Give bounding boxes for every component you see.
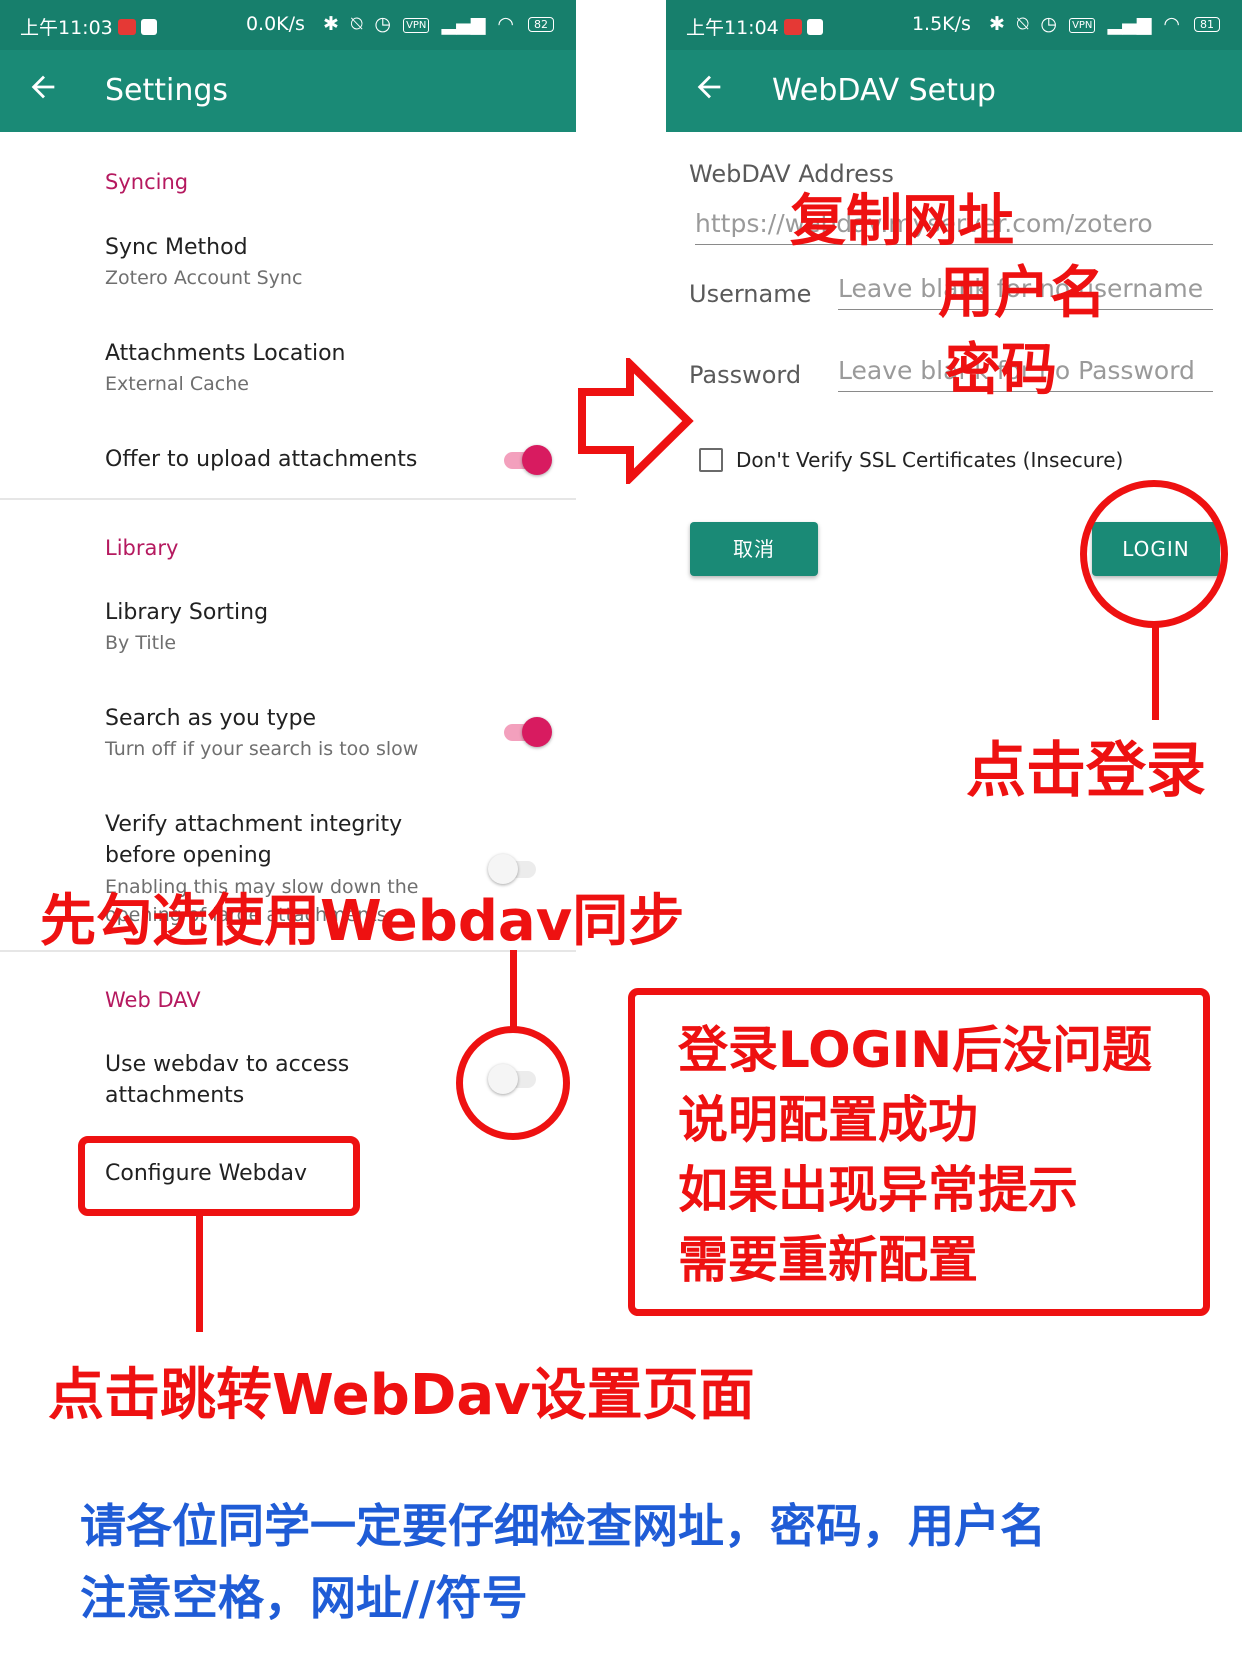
ssl-checkbox-label: Don't Verify SSL Certificates (Insecure): [736, 448, 1124, 472]
setting-title-line2: before opening: [105, 843, 272, 868]
setting-value: By Title: [105, 632, 177, 654]
annotation-check-webdav: 先勾选使用Webdav同步: [40, 889, 685, 954]
search-as-you-type-toggle[interactable]: [500, 715, 552, 749]
configure-highlight-box: [78, 1136, 360, 1216]
connector-line: [1152, 624, 1159, 720]
status-bar: 上午11:03 0.0K/s ✱ ⍉ ◷ VPN ▂▄▆ ◠ 82: [0, 0, 576, 50]
signal-icon: ▂▄▆: [441, 13, 486, 35]
setting-title: Library Sorting: [105, 600, 269, 625]
setting-title: Sync Method: [105, 235, 248, 260]
notification-badge-icon: [784, 19, 802, 35]
offer-upload-toggle[interactable]: [500, 443, 552, 477]
alarm-icon: ◷: [374, 13, 392, 35]
battery-icon: 82: [528, 17, 554, 32]
login-highlight-circle: [1080, 480, 1228, 628]
setting-title-line2: attachments: [105, 1083, 245, 1108]
annotation-username: 用户名: [938, 261, 1106, 326]
page-title: Settings: [105, 73, 229, 108]
page-title: WebDAV Setup: [772, 73, 996, 108]
password-label: Password: [689, 361, 802, 389]
setting-title: Use webdav to access: [105, 1052, 350, 1077]
vpn-icon: VPN: [1069, 18, 1096, 33]
app-bar: WebDAV Setup: [666, 50, 1242, 132]
network-speed: 0.0K/s: [245, 13, 305, 35]
vibrate-icon: ⍉: [350, 13, 363, 35]
setting-title: Search as you type: [105, 706, 317, 731]
vibrate-icon: ⍉: [1016, 13, 1029, 35]
status-time: 上午11:04: [686, 17, 779, 39]
note-line-3: 如果出现异常提示: [678, 1161, 1078, 1219]
network-speed: 1.5K/s: [911, 13, 971, 35]
app-notification-icon: [141, 19, 157, 35]
arrow-left-icon[interactable]: [692, 70, 726, 104]
app-bar: Settings: [0, 50, 576, 132]
toggle-highlight-circle: [456, 1026, 570, 1140]
connector-line: [510, 950, 517, 1028]
note-line-4: 需要重新配置: [678, 1231, 978, 1289]
wifi-icon: ◠: [1163, 13, 1180, 35]
app-notification-icon: [807, 19, 823, 35]
setting-title: Offer to upload attachments: [105, 447, 418, 472]
category-library: Library: [105, 536, 179, 560]
signal-icon: ▂▄▆: [1107, 13, 1152, 35]
connector-line: [196, 1214, 203, 1332]
right-arrow-icon: [578, 358, 694, 484]
battery-icon: 81: [1194, 17, 1220, 32]
status-time: 上午11:03: [20, 17, 113, 39]
reminder-line-1: 请各位同学一定要仔细检查网址，密码，用户名: [80, 1499, 1046, 1553]
annotation-click-login: 点击登录: [966, 736, 1206, 806]
note-line-2: 说明配置成功: [678, 1091, 978, 1149]
setting-value: External Cache: [105, 373, 249, 395]
annotation-copy-url: 复制网址: [790, 189, 1014, 254]
reminder-line-2: 注意空格，网址//符号: [80, 1571, 528, 1625]
divider: [0, 498, 576, 500]
note-line-1: 登录LOGIN后没问题: [678, 1021, 1153, 1079]
setting-subtitle: Turn off if your search is too slow: [105, 738, 419, 760]
bluetooth-icon: ✱: [989, 13, 1005, 35]
settings-screen: 上午11:03 0.0K/s ✱ ⍉ ◷ VPN ▂▄▆ ◠ 82 Settin…: [0, 0, 576, 950]
category-syncing: Syncing: [105, 170, 189, 194]
category-webdav: Web DAV: [105, 988, 201, 1012]
ssl-checkbox[interactable]: [699, 448, 723, 472]
notification-badge-icon: [118, 19, 136, 35]
wifi-icon: ◠: [497, 13, 514, 35]
vpn-icon: VPN: [403, 18, 430, 33]
username-label: Username: [689, 280, 812, 308]
setting-value: Zotero Account Sync: [105, 267, 303, 289]
setting-title: Attachments Location: [105, 341, 346, 366]
status-bar: 上午11:04 1.5K/s ✱ ⍉ ◷ VPN ▂▄▆ ◠ 81: [666, 0, 1242, 50]
cancel-button[interactable]: 取消: [690, 522, 818, 576]
annotation-password: 密码: [945, 338, 1057, 403]
arrow-left-icon[interactable]: [26, 70, 60, 104]
bluetooth-icon: ✱: [323, 13, 339, 35]
alarm-icon: ◷: [1040, 13, 1058, 35]
annotation-click-jump: 点击跳转WebDav设置页面: [48, 1363, 755, 1428]
setting-title: Verify attachment integrity: [105, 812, 403, 837]
